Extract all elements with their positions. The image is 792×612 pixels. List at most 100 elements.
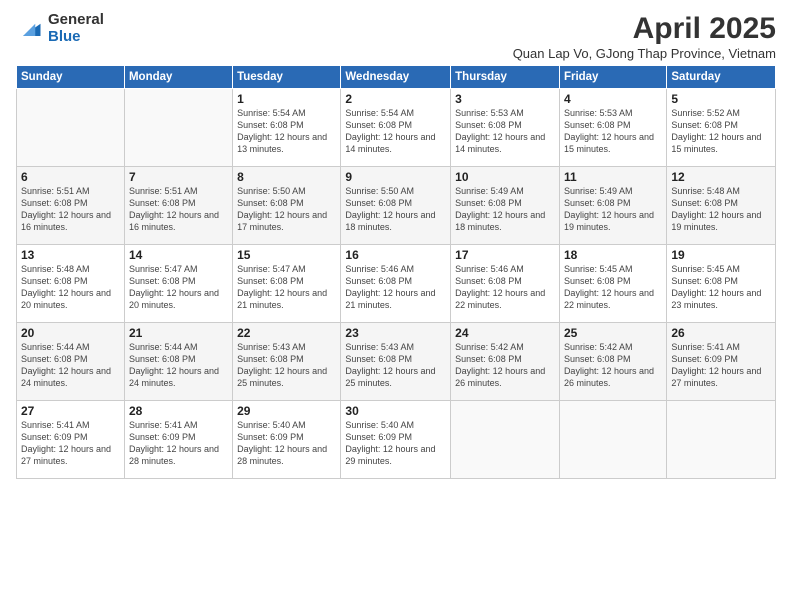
calendar-cell [451, 401, 560, 479]
day-info: Sunrise: 5:54 AM Sunset: 6:08 PM Dayligh… [345, 107, 446, 156]
day-info: Sunrise: 5:52 AM Sunset: 6:08 PM Dayligh… [671, 107, 771, 156]
calendar-cell [124, 89, 232, 167]
day-number: 13 [21, 248, 120, 262]
day-number: 21 [129, 326, 228, 340]
day-info: Sunrise: 5:47 AM Sunset: 6:08 PM Dayligh… [129, 263, 228, 312]
calendar-week-3: 13Sunrise: 5:48 AM Sunset: 6:08 PM Dayli… [17, 245, 776, 323]
logo-general: General [48, 12, 104, 29]
day-info: Sunrise: 5:54 AM Sunset: 6:08 PM Dayligh… [237, 107, 336, 156]
logo: General Blue [16, 12, 104, 45]
day-number: 4 [564, 92, 662, 106]
calendar-header: Sunday Monday Tuesday Wednesday Thursday… [17, 66, 776, 89]
day-info: Sunrise: 5:42 AM Sunset: 6:08 PM Dayligh… [564, 341, 662, 390]
calendar-cell: 24Sunrise: 5:42 AM Sunset: 6:08 PM Dayli… [451, 323, 560, 401]
calendar-cell: 4Sunrise: 5:53 AM Sunset: 6:08 PM Daylig… [559, 89, 666, 167]
day-number: 27 [21, 404, 120, 418]
day-info: Sunrise: 5:44 AM Sunset: 6:08 PM Dayligh… [21, 341, 120, 390]
main-title: April 2025 [513, 12, 776, 46]
day-info: Sunrise: 5:44 AM Sunset: 6:08 PM Dayligh… [129, 341, 228, 390]
day-info: Sunrise: 5:41 AM Sunset: 6:09 PM Dayligh… [129, 419, 228, 468]
calendar-cell: 20Sunrise: 5:44 AM Sunset: 6:08 PM Dayli… [17, 323, 125, 401]
calendar-cell: 16Sunrise: 5:46 AM Sunset: 6:08 PM Dayli… [341, 245, 451, 323]
day-number: 20 [21, 326, 120, 340]
page: General Blue April 2025 Quan Lap Vo, GJo… [0, 0, 792, 612]
calendar-cell: 12Sunrise: 5:48 AM Sunset: 6:08 PM Dayli… [667, 167, 776, 245]
day-number: 3 [455, 92, 555, 106]
day-number: 6 [21, 170, 120, 184]
col-tuesday: Tuesday [233, 66, 341, 89]
day-number: 10 [455, 170, 555, 184]
day-info: Sunrise: 5:50 AM Sunset: 6:08 PM Dayligh… [237, 185, 336, 234]
calendar-cell: 10Sunrise: 5:49 AM Sunset: 6:08 PM Dayli… [451, 167, 560, 245]
day-number: 14 [129, 248, 228, 262]
day-number: 30 [345, 404, 446, 418]
day-info: Sunrise: 5:48 AM Sunset: 6:08 PM Dayligh… [21, 263, 120, 312]
day-info: Sunrise: 5:49 AM Sunset: 6:08 PM Dayligh… [455, 185, 555, 234]
calendar-cell: 6Sunrise: 5:51 AM Sunset: 6:08 PM Daylig… [17, 167, 125, 245]
calendar-cell: 1Sunrise: 5:54 AM Sunset: 6:08 PM Daylig… [233, 89, 341, 167]
day-info: Sunrise: 5:43 AM Sunset: 6:08 PM Dayligh… [237, 341, 336, 390]
calendar-cell: 15Sunrise: 5:47 AM Sunset: 6:08 PM Dayli… [233, 245, 341, 323]
day-info: Sunrise: 5:51 AM Sunset: 6:08 PM Dayligh… [21, 185, 120, 234]
calendar-cell [17, 89, 125, 167]
day-number: 28 [129, 404, 228, 418]
day-number: 1 [237, 92, 336, 106]
day-number: 2 [345, 92, 446, 106]
calendar-cell: 19Sunrise: 5:45 AM Sunset: 6:08 PM Dayli… [667, 245, 776, 323]
calendar-cell: 14Sunrise: 5:47 AM Sunset: 6:08 PM Dayli… [124, 245, 232, 323]
calendar-week-5: 27Sunrise: 5:41 AM Sunset: 6:09 PM Dayli… [17, 401, 776, 479]
calendar-cell: 23Sunrise: 5:43 AM Sunset: 6:08 PM Dayli… [341, 323, 451, 401]
day-info: Sunrise: 5:48 AM Sunset: 6:08 PM Dayligh… [671, 185, 771, 234]
calendar-cell: 21Sunrise: 5:44 AM Sunset: 6:08 PM Dayli… [124, 323, 232, 401]
col-thursday: Thursday [451, 66, 560, 89]
calendar-cell: 30Sunrise: 5:40 AM Sunset: 6:09 PM Dayli… [341, 401, 451, 479]
logo-blue: Blue [48, 29, 104, 46]
day-info: Sunrise: 5:51 AM Sunset: 6:08 PM Dayligh… [129, 185, 228, 234]
day-number: 25 [564, 326, 662, 340]
calendar-cell: 29Sunrise: 5:40 AM Sunset: 6:09 PM Dayli… [233, 401, 341, 479]
day-info: Sunrise: 5:53 AM Sunset: 6:08 PM Dayligh… [455, 107, 555, 156]
calendar-body: 1Sunrise: 5:54 AM Sunset: 6:08 PM Daylig… [17, 89, 776, 479]
day-number: 12 [671, 170, 771, 184]
header-row: Sunday Monday Tuesday Wednesday Thursday… [17, 66, 776, 89]
calendar-cell: 7Sunrise: 5:51 AM Sunset: 6:08 PM Daylig… [124, 167, 232, 245]
day-info: Sunrise: 5:40 AM Sunset: 6:09 PM Dayligh… [345, 419, 446, 468]
calendar-week-4: 20Sunrise: 5:44 AM Sunset: 6:08 PM Dayli… [17, 323, 776, 401]
day-info: Sunrise: 5:40 AM Sunset: 6:09 PM Dayligh… [237, 419, 336, 468]
calendar-week-1: 1Sunrise: 5:54 AM Sunset: 6:08 PM Daylig… [17, 89, 776, 167]
col-friday: Friday [559, 66, 666, 89]
day-info: Sunrise: 5:41 AM Sunset: 6:09 PM Dayligh… [671, 341, 771, 390]
col-wednesday: Wednesday [341, 66, 451, 89]
day-info: Sunrise: 5:42 AM Sunset: 6:08 PM Dayligh… [455, 341, 555, 390]
calendar-cell: 18Sunrise: 5:45 AM Sunset: 6:08 PM Dayli… [559, 245, 666, 323]
header: General Blue April 2025 Quan Lap Vo, GJo… [16, 12, 776, 61]
day-number: 22 [237, 326, 336, 340]
day-number: 11 [564, 170, 662, 184]
calendar-cell: 25Sunrise: 5:42 AM Sunset: 6:08 PM Dayli… [559, 323, 666, 401]
day-number: 16 [345, 248, 446, 262]
day-info: Sunrise: 5:45 AM Sunset: 6:08 PM Dayligh… [564, 263, 662, 312]
day-info: Sunrise: 5:47 AM Sunset: 6:08 PM Dayligh… [237, 263, 336, 312]
calendar-cell [559, 401, 666, 479]
calendar-cell: 11Sunrise: 5:49 AM Sunset: 6:08 PM Dayli… [559, 167, 666, 245]
day-info: Sunrise: 5:41 AM Sunset: 6:09 PM Dayligh… [21, 419, 120, 468]
day-info: Sunrise: 5:49 AM Sunset: 6:08 PM Dayligh… [564, 185, 662, 234]
day-number: 23 [345, 326, 446, 340]
calendar-cell: 9Sunrise: 5:50 AM Sunset: 6:08 PM Daylig… [341, 167, 451, 245]
day-number: 15 [237, 248, 336, 262]
day-number: 29 [237, 404, 336, 418]
subtitle: Quan Lap Vo, GJong Thap Province, Vietna… [513, 46, 776, 61]
day-info: Sunrise: 5:53 AM Sunset: 6:08 PM Dayligh… [564, 107, 662, 156]
title-block: April 2025 Quan Lap Vo, GJong Thap Provi… [513, 12, 776, 61]
day-number: 8 [237, 170, 336, 184]
calendar-cell: 26Sunrise: 5:41 AM Sunset: 6:09 PM Dayli… [667, 323, 776, 401]
calendar-cell: 3Sunrise: 5:53 AM Sunset: 6:08 PM Daylig… [451, 89, 560, 167]
day-info: Sunrise: 5:45 AM Sunset: 6:08 PM Dayligh… [671, 263, 771, 312]
calendar-cell: 13Sunrise: 5:48 AM Sunset: 6:08 PM Dayli… [17, 245, 125, 323]
col-monday: Monday [124, 66, 232, 89]
calendar-table: Sunday Monday Tuesday Wednesday Thursday… [16, 65, 776, 479]
day-info: Sunrise: 5:50 AM Sunset: 6:08 PM Dayligh… [345, 185, 446, 234]
calendar-week-2: 6Sunrise: 5:51 AM Sunset: 6:08 PM Daylig… [17, 167, 776, 245]
logo-text: General Blue [48, 12, 104, 45]
day-number: 17 [455, 248, 555, 262]
